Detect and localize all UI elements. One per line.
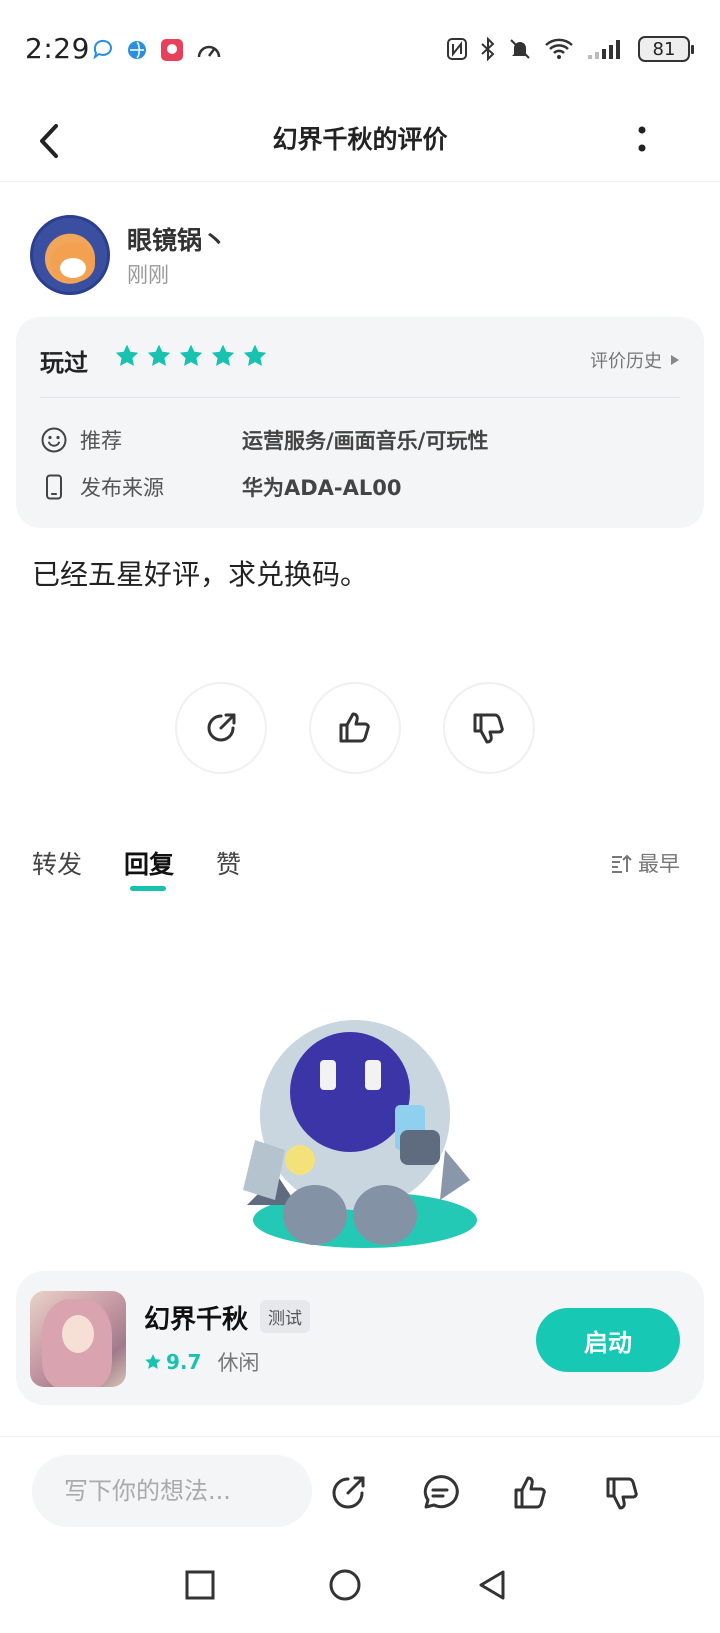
- star-icon: [145, 1354, 161, 1369]
- avatar-dog-muzzle: [60, 258, 86, 278]
- game-meta: 9.7 休闲: [144, 1347, 259, 1377]
- like-button[interactable]: [309, 682, 401, 774]
- tab-reply[interactable]: 回复: [124, 845, 174, 891]
- star-icon: [147, 344, 171, 366]
- game-score: 9.7: [166, 1350, 202, 1374]
- card-divider: [40, 397, 680, 398]
- rating-history-label: 评价历史: [590, 351, 662, 372]
- nfc-icon: [447, 38, 467, 60]
- source-label: 发布来源: [80, 476, 164, 500]
- comment-icon[interactable]: [418, 1471, 462, 1515]
- status-system-icons: 81: [446, 36, 694, 62]
- author-name[interactable]: 眼镜锅丶: [127, 221, 227, 257]
- triangle-right-icon: [671, 355, 679, 365]
- game-card[interactable]: 幻界千秋 测试 9.7 休闲 启动: [16, 1271, 704, 1405]
- recent-apps-icon[interactable]: [183, 1568, 217, 1602]
- game-genre: 休闲: [217, 1351, 260, 1375]
- status-app-icons: [92, 38, 222, 62]
- avatar[interactable]: [30, 215, 110, 295]
- sort-button[interactable]: 最早: [610, 848, 680, 878]
- recommend-label: 推荐: [80, 429, 122, 453]
- game-thumbnail[interactable]: [30, 1291, 126, 1387]
- more-options-icon[interactable]: [632, 118, 652, 162]
- mute-icon: [510, 39, 530, 59]
- thumbs-down-icon[interactable]: [602, 1471, 646, 1515]
- reply-tabs: 转发 回复 赞: [32, 845, 241, 891]
- comment-bar: [0, 1436, 720, 1532]
- rating-stars: [114, 343, 268, 369]
- star-icon: [243, 344, 267, 366]
- phone-icon: [46, 474, 62, 500]
- smiley-icon: [41, 427, 67, 453]
- rating-history-link[interactable]: 评价历史: [590, 347, 680, 373]
- page-title: 幻界千秋的评价: [272, 125, 448, 154]
- review-time: 刚刚: [127, 263, 169, 287]
- launch-button[interactable]: 启动: [536, 1308, 680, 1372]
- share-icon: [207, 713, 236, 742]
- source-row: 发布来源 华为ADA-AL00: [40, 472, 402, 502]
- system-nav-bar: [0, 1560, 720, 1633]
- star-icon: [211, 344, 235, 366]
- source-value: 华为ADA-AL00: [242, 476, 402, 500]
- thumbs-up-icon[interactable]: [510, 1471, 554, 1515]
- back-triangle-icon[interactable]: [475, 1568, 509, 1602]
- recommend-value: 运营服务/画面音乐/可玩性: [242, 429, 489, 453]
- app-badge-icon: [161, 39, 183, 61]
- star-icon: [115, 344, 139, 366]
- home-icon[interactable]: [328, 1568, 362, 1602]
- thumbs-down-icon: [473, 713, 504, 744]
- wifi-icon: [545, 38, 573, 59]
- speed-icon: [197, 45, 221, 58]
- review-content: 已经五星好评，求兑换码。: [32, 558, 369, 591]
- battery-indicator: 81: [638, 36, 694, 62]
- browser-icon: [128, 41, 146, 59]
- sort-icon: [612, 854, 632, 873]
- dislike-button[interactable]: [443, 682, 535, 774]
- sort-label: 最早: [638, 852, 680, 876]
- tab-likes[interactable]: 赞: [216, 845, 241, 881]
- thumbs-up-icon: [339, 712, 370, 743]
- review-info-card: 玩过 评价历史 推荐 运营服务/画面音乐/可玩性 发布来源 华为ADA-AL00: [16, 317, 704, 528]
- played-label: 玩过: [40, 349, 88, 377]
- recommend-row: 推荐 运营服务/画面音乐/可玩性: [40, 425, 488, 455]
- game-art-face: [62, 1315, 94, 1353]
- bluetooth-icon: [481, 37, 495, 61]
- comment-input[interactable]: [32, 1455, 312, 1527]
- chat-bubble-icon: [93, 39, 112, 60]
- review-actions: [175, 682, 535, 774]
- tab-forward[interactable]: 转发: [32, 845, 82, 881]
- status-bar: 2:29 81: [0, 0, 720, 100]
- review-author[interactable]: 眼镜锅丶 刚刚: [30, 215, 227, 295]
- share-button[interactable]: [175, 682, 267, 774]
- star-icon: [179, 344, 203, 366]
- share-icon[interactable]: [326, 1471, 370, 1515]
- game-tag: 测试: [260, 1300, 310, 1333]
- status-time: 2:29: [25, 32, 90, 65]
- game-name[interactable]: 幻界千秋: [144, 1299, 248, 1336]
- signal-icon: [588, 40, 620, 59]
- top-nav-bar: 幻界千秋的评价: [0, 100, 720, 182]
- empty-state-robot-illustration: [243, 1020, 477, 1248]
